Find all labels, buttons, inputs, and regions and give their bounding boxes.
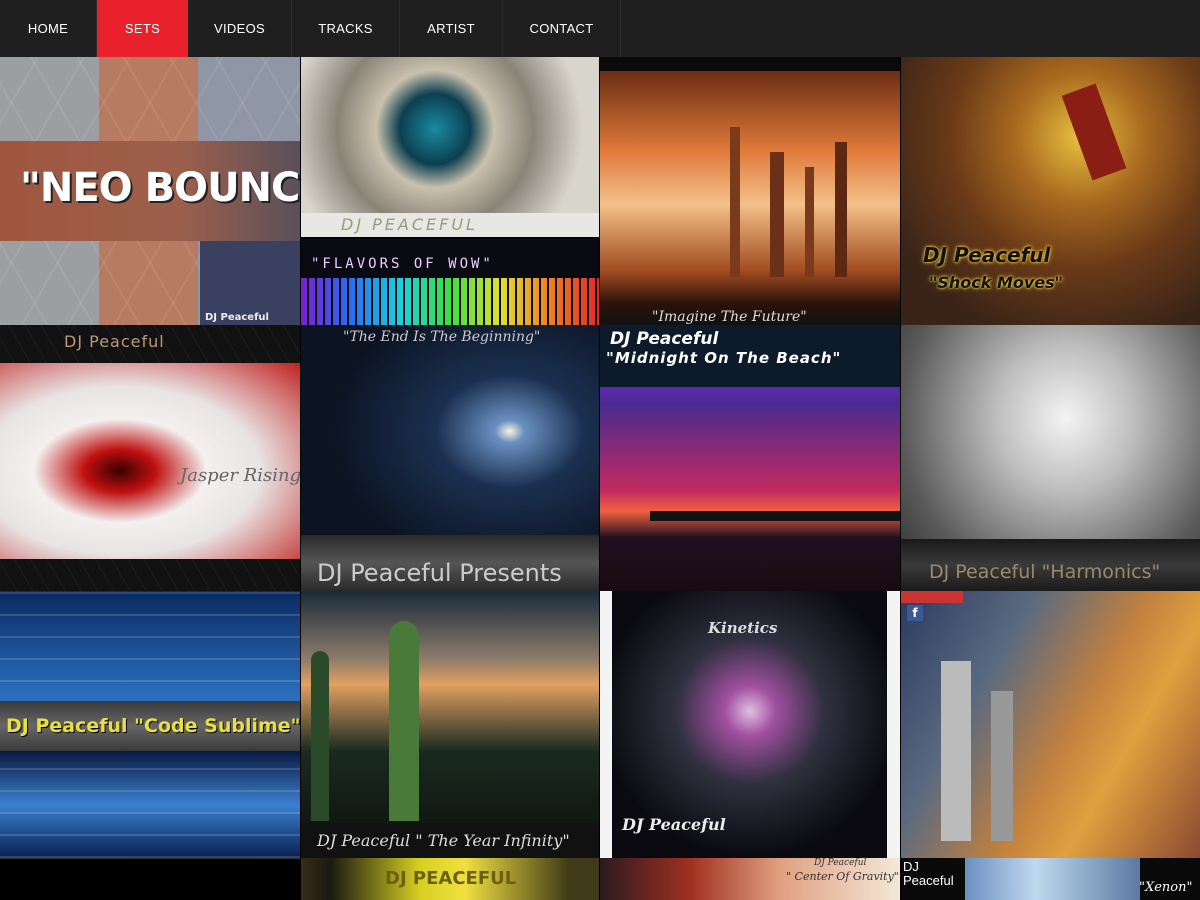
sets-grid: "NEO BOUNCE" DJ Peaceful DJ PEACEFUL "Im…	[0, 57, 1200, 900]
set-artist: DJ Peaceful	[814, 858, 867, 868]
set-title: "FLAVORS OF WOW"	[311, 256, 494, 272]
set-tile-dj-peaceful-liquid[interactable]: DJ PEACEFUL	[301, 57, 599, 237]
nav-contact[interactable]: CONTACT	[503, 0, 621, 57]
set-artist: DJ Peaceful	[610, 329, 719, 349]
set-tile-flavors-of-wow[interactable]: "FLAVORS OF WOW"	[301, 238, 599, 325]
set-artist: DJ Peaceful	[205, 312, 269, 323]
set-tile-black[interactable]	[0, 858, 300, 900]
set-tile-dj-peaceful-gold[interactable]: DJ PEACEFUL	[301, 858, 599, 900]
set-tile-xenon[interactable]: DJ Peaceful "Xenon"	[901, 858, 1200, 900]
set-title: "Shock Moves"	[929, 273, 1063, 292]
main-navigation: HOME SETS VIDEOS TRACKS ARTIST CONTACT	[0, 0, 1200, 57]
set-title: " Center Of Gravity"	[786, 870, 899, 883]
set-tile-jasper-rising[interactable]: DJ Peaceful Jasper Rising	[0, 325, 300, 591]
set-artist: DJ Peaceful Presents	[317, 559, 562, 587]
set-title: "Xenon"	[1139, 880, 1193, 895]
set-tile-the-end-is-the-beginning[interactable]: "The End Is The Beginning" DJ Peaceful P…	[301, 325, 599, 591]
set-title: DJ PEACEFUL	[341, 215, 478, 234]
set-tile-lion-city[interactable]: f	[901, 591, 1200, 858]
set-tile-midnight-on-the-beach[interactable]: DJ Peaceful "Midnight On The Beach"	[600, 325, 900, 591]
set-artist: DJ Peaceful	[903, 859, 954, 888]
nav-home[interactable]: HOME	[0, 0, 97, 57]
set-tile-neo-bounce[interactable]: "NEO BOUNCE" DJ Peaceful	[0, 57, 300, 325]
set-tile-harmonics[interactable]: DJ Peaceful "Harmonics"	[901, 325, 1200, 591]
set-tile-center-of-gravity[interactable]: DJ Peaceful " Center Of Gravity"	[600, 858, 900, 900]
set-title: DJ Peaceful " The Year Infinity"	[317, 831, 570, 850]
nav-sets[interactable]: SETS	[97, 0, 188, 57]
set-title: DJ Peaceful "Harmonics"	[929, 561, 1161, 583]
set-title: Jasper Rising	[180, 465, 300, 486]
facebook-icon[interactable]: f	[907, 605, 923, 621]
set-artist: DJ Peaceful	[622, 815, 726, 834]
set-title: DJ PEACEFUL	[385, 868, 517, 889]
set-title: "Midnight On The Beach"	[606, 349, 842, 367]
set-tile-imagine-the-future[interactable]: "Imagine The Future"	[600, 57, 900, 325]
set-tile-shock-moves[interactable]: DJ Peaceful "Shock Moves"	[901, 57, 1200, 325]
set-artist: DJ Peaceful	[64, 332, 165, 351]
nav-tracks[interactable]: TRACKS	[292, 0, 400, 57]
set-tile-kinetics[interactable]: Kinetics DJ Peaceful	[600, 591, 900, 858]
set-tile-the-year-infinity[interactable]: DJ Peaceful " The Year Infinity"	[301, 591, 599, 858]
set-title: Kinetics	[708, 619, 778, 637]
nav-videos[interactable]: VIDEOS	[188, 0, 292, 57]
set-title: DJ Peaceful "Code Sublime"	[6, 715, 300, 737]
nav-artist[interactable]: ARTIST	[400, 0, 503, 57]
set-title: "NEO BOUNCE"	[20, 165, 300, 211]
set-artist: DJ Peaceful	[923, 243, 1051, 267]
set-title: "Imagine The Future"	[652, 309, 807, 325]
set-title: "The End Is The Beginning"	[343, 329, 541, 345]
set-tile-code-sublime[interactable]: DJ Peaceful "Code Sublime"	[0, 591, 300, 858]
